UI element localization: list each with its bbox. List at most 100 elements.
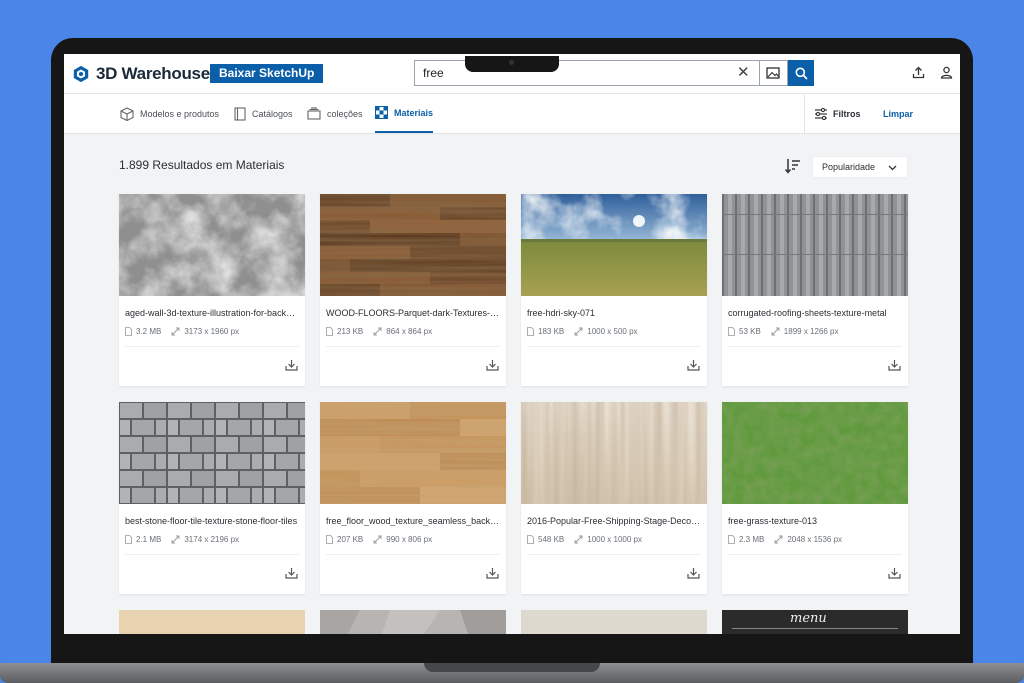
card-meta: 213 KB 864 x 864 px — [326, 327, 432, 336]
file-size-icon — [728, 535, 735, 544]
file-size-icon — [326, 535, 333, 544]
file-size: 213 KB — [337, 327, 364, 336]
download-icon[interactable] — [486, 358, 499, 376]
thumbnail-floor-wood[interactable] — [320, 402, 506, 504]
tab-collections-label: coleções — [327, 108, 363, 119]
tab-catalogs-label: Catálogos — [252, 108, 293, 119]
image-dimensions: 1000 x 1000 px — [587, 535, 642, 544]
card-title[interactable]: best-stone-floor-tile-texture-stone-floo… — [125, 516, 299, 526]
dimensions-icon — [171, 327, 180, 336]
tab-models[interactable]: Modelos e produtos — [120, 94, 219, 133]
download-icon[interactable] — [888, 358, 901, 376]
download-icon[interactable] — [285, 358, 298, 376]
search-button[interactable] — [788, 60, 814, 86]
image-search-icon[interactable] — [759, 61, 785, 85]
warehouse-logo-icon — [73, 65, 89, 83]
file-size-icon — [527, 327, 534, 336]
download-icon[interactable] — [687, 358, 700, 376]
thumbnail-menu-board[interactable]: menu — [722, 610, 908, 634]
thumbnail-hdri-sky[interactable] — [521, 194, 707, 296]
camera-notch — [465, 56, 559, 72]
image-dimensions: 1000 x 500 px — [587, 327, 638, 336]
thumbnail-stone-floor[interactable] — [119, 402, 305, 504]
download-icon[interactable] — [888, 566, 901, 584]
menu-board-text: menu — [790, 611, 827, 626]
card-meta: 183 KB 1000 x 500 px — [527, 327, 638, 336]
card-title[interactable]: free-hdri-sky-071 — [527, 308, 701, 318]
material-card[interactable]: free-grass-texture-013 2.3 MB 2048 x 153… — [722, 402, 908, 594]
thumbnail-partial[interactable] — [320, 610, 506, 634]
sort-value: Popularidade — [822, 162, 876, 172]
download-icon[interactable] — [486, 566, 499, 584]
materials-icon — [375, 106, 388, 119]
thumbnail-partial[interactable] — [119, 610, 305, 634]
file-size: 548 KB — [538, 535, 565, 544]
download-icon[interactable] — [687, 566, 700, 584]
material-card[interactable]: corrugated-roofing-sheets-texture-metal … — [722, 194, 908, 386]
material-card[interactable]: best-stone-floor-tile-texture-stone-floo… — [119, 402, 305, 594]
card-divider — [326, 554, 500, 555]
file-size-icon — [125, 535, 132, 544]
file-size-icon — [527, 535, 534, 544]
tab-catalogs[interactable]: Catálogos — [234, 94, 293, 133]
card-title[interactable]: aged-wall-3d-texture-illustration-for-ba… — [125, 308, 299, 318]
download-icon[interactable] — [285, 566, 298, 584]
card-meta: 548 KB 1000 x 1000 px — [527, 535, 642, 544]
material-card[interactable]: WOOD-FLOORS-Parquet-dark-Textures-seamle… — [320, 194, 506, 386]
chevron-down-icon — [888, 165, 897, 171]
browser-screen: 3D Warehouse Baixar SketchUp ✕ Modelos e… — [64, 54, 960, 634]
card-meta: 207 KB 990 x 806 px — [326, 535, 432, 544]
card-divider — [728, 554, 902, 555]
thumbnail-stage-decoration[interactable] — [521, 402, 707, 504]
clear-filters-link[interactable]: Limpar — [883, 94, 913, 133]
thumbnail-wood-floors[interactable] — [320, 194, 506, 296]
file-size-icon — [326, 327, 333, 336]
tab-materials-label: Materiais — [394, 107, 434, 118]
dimensions-icon — [771, 327, 780, 336]
card-meta: 2.1 MB 3174 x 2196 px — [125, 535, 239, 544]
card-divider — [527, 554, 701, 555]
sort-dropdown[interactable]: Popularidade — [812, 156, 908, 178]
collection-icon — [307, 107, 321, 120]
clear-search-icon[interactable]: ✕ — [737, 65, 750, 80]
cube-icon — [120, 106, 134, 121]
laptop-base-notch — [424, 663, 600, 672]
category-tabs: Modelos e produtos Catálogos coleções Ma… — [64, 94, 960, 134]
upload-icon[interactable] — [912, 66, 925, 84]
material-card[interactable]: free_floor_wood_texture_seamless_backgro… — [320, 402, 506, 594]
results-count: 1.899 Resultados em Materiais — [119, 158, 285, 172]
thumbnail-partial[interactable] — [521, 610, 707, 634]
dimensions-icon — [373, 535, 382, 544]
filter-divider — [804, 94, 805, 133]
thumbnail-aged-wall[interactable] — [119, 194, 305, 296]
search-icon — [795, 67, 808, 80]
card-title[interactable]: WOOD-FLOORS-Parquet-dark-Textures-seamle… — [326, 308, 500, 318]
dimensions-icon — [171, 535, 180, 544]
download-sketchup-button[interactable]: Baixar SketchUp — [210, 64, 324, 83]
card-divider — [326, 346, 500, 347]
card-title[interactable]: free_floor_wood_texture_seamless_backgro… — [326, 516, 500, 526]
filters-icon — [815, 107, 827, 120]
image-dimensions: 3174 x 2196 px — [184, 535, 240, 544]
card-title[interactable]: free-grass-texture-013 — [728, 516, 902, 526]
tab-materials[interactable]: Materiais — [375, 94, 434, 133]
card-title[interactable]: 2016-Popular-Free-Shipping-Stage-Decorat… — [527, 516, 701, 526]
card-title[interactable]: corrugated-roofing-sheets-texture-metal — [728, 308, 902, 318]
file-size: 2.3 MB — [739, 535, 765, 544]
dimensions-icon — [373, 327, 382, 336]
filters-label: Filtros — [833, 108, 861, 119]
dimensions-icon — [774, 535, 783, 544]
material-card[interactable]: aged-wall-3d-texture-illustration-for-ba… — [119, 194, 305, 386]
file-size: 3.2 MB — [136, 327, 162, 336]
filters-button[interactable]: Filtros — [814, 94, 861, 133]
material-card[interactable]: free-hdri-sky-071 183 KB 1000 x 500 px — [521, 194, 707, 386]
card-divider — [125, 554, 299, 555]
sort-order-icon[interactable] — [784, 158, 802, 179]
material-card[interactable]: 2016-Popular-Free-Shipping-Stage-Decorat… — [521, 402, 707, 594]
thumbnail-grass[interactable] — [722, 402, 908, 504]
file-size: 53 KB — [739, 327, 761, 336]
user-account-icon[interactable] — [940, 66, 953, 84]
tab-collections[interactable]: coleções — [307, 94, 363, 133]
thumbnail-corrugated-roofing[interactable] — [722, 194, 908, 296]
logo[interactable]: 3D Warehouse — [72, 64, 210, 84]
